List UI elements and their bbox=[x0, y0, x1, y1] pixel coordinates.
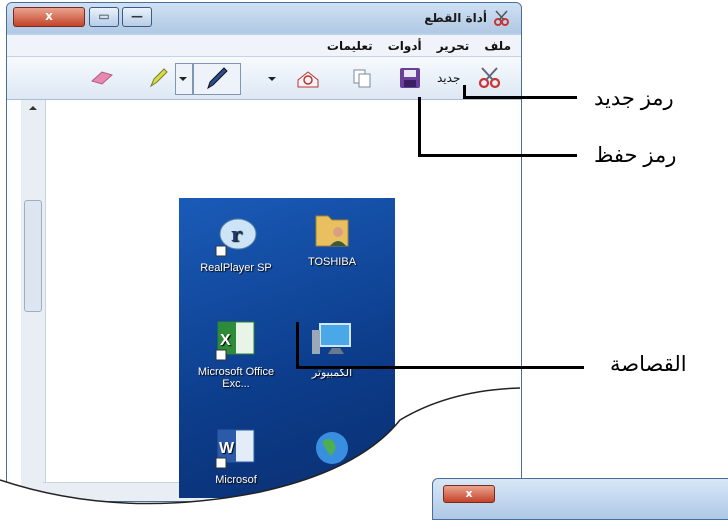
callout-line-save bbox=[418, 154, 577, 157]
close-button[interactable]: x bbox=[443, 485, 495, 503]
second-window: x bbox=[432, 478, 728, 520]
callout-line-snip bbox=[296, 322, 299, 368]
callout-line-snip bbox=[296, 366, 584, 369]
label-save-icon: رمز حفظ bbox=[594, 144, 677, 167]
label-snip: القصاصة bbox=[610, 353, 687, 376]
close-icon: x bbox=[465, 487, 473, 500]
callout-line-new bbox=[463, 96, 577, 99]
callout-line-save bbox=[418, 97, 421, 156]
page-curl bbox=[0, 387, 521, 518]
label-new-icon: رمز جديد bbox=[594, 87, 674, 110]
